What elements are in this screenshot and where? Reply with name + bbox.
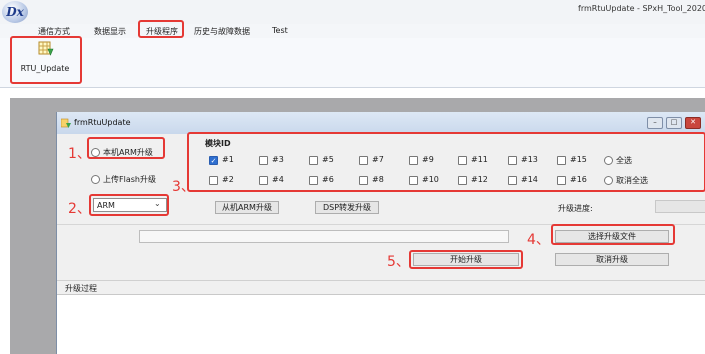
workspace-top — [0, 88, 705, 98]
file-path-field[interactable] — [139, 230, 509, 243]
annotation-number-4: 4、 — [527, 232, 550, 248]
menu-history-fault[interactable]: 历史与故障数据 — [194, 26, 250, 37]
log-header: 升级过程 — [57, 280, 705, 294]
window-icon — [61, 118, 71, 128]
app-logo[interactable]: Dx — [2, 1, 28, 23]
window-titlebar: frmRtuUpdate – □ ✕ — [57, 112, 705, 134]
cancel-upgrade-button[interactable]: 取消升级 — [555, 253, 669, 266]
progress-field — [655, 200, 705, 213]
rtu-update-highlight — [10, 36, 82, 84]
dsp-forward-upgrade-button[interactable]: DSP转发升级 — [315, 201, 379, 214]
menu-test[interactable]: Test — [272, 26, 288, 35]
progress-label: 升级进度: — [558, 204, 593, 213]
annotation-box-5 — [409, 250, 523, 269]
annotation-box-3 — [187, 132, 705, 192]
menu-bar: 通信方式 数据显示 升级程序 历史与故障数据 Test — [0, 20, 705, 38]
annotation-box-2 — [89, 194, 169, 216]
annotation-number-1: 1、 — [68, 146, 91, 162]
annotation-box-4 — [551, 224, 675, 245]
menu-data-display[interactable]: 数据显示 — [94, 26, 126, 37]
upload-flash-radio[interactable] — [91, 175, 100, 184]
window-title: frmRtuUpdate — [74, 118, 131, 127]
annotation-box-1 — [87, 137, 165, 159]
window-minimize-button[interactable]: – — [647, 117, 663, 129]
window-close-button[interactable]: ✕ — [685, 117, 701, 129]
upload-flash-label: 上传Flash升级 — [103, 175, 156, 184]
app-title: frmRtuUpdate - SPxH_Tool_2020 — [578, 4, 705, 13]
log-title: 升级过程 — [65, 284, 97, 293]
upgrade-menu-highlight — [138, 20, 184, 38]
annotation-number-3: 3、 — [172, 179, 195, 195]
annotation-number-2: 2、 — [68, 201, 91, 217]
ribbon — [0, 38, 705, 88]
window-maximize-button[interactable]: □ — [666, 117, 682, 129]
upgrade-log-area[interactable] — [57, 294, 705, 354]
frm-rtu-update-window: frmRtuUpdate – □ ✕ 本机ARM升级 上传Flash升级 ARM… — [56, 112, 705, 354]
annotation-number-5: 5、 — [387, 254, 410, 270]
slave-arm-upgrade-button[interactable]: 从机ARM升级 — [215, 201, 279, 214]
